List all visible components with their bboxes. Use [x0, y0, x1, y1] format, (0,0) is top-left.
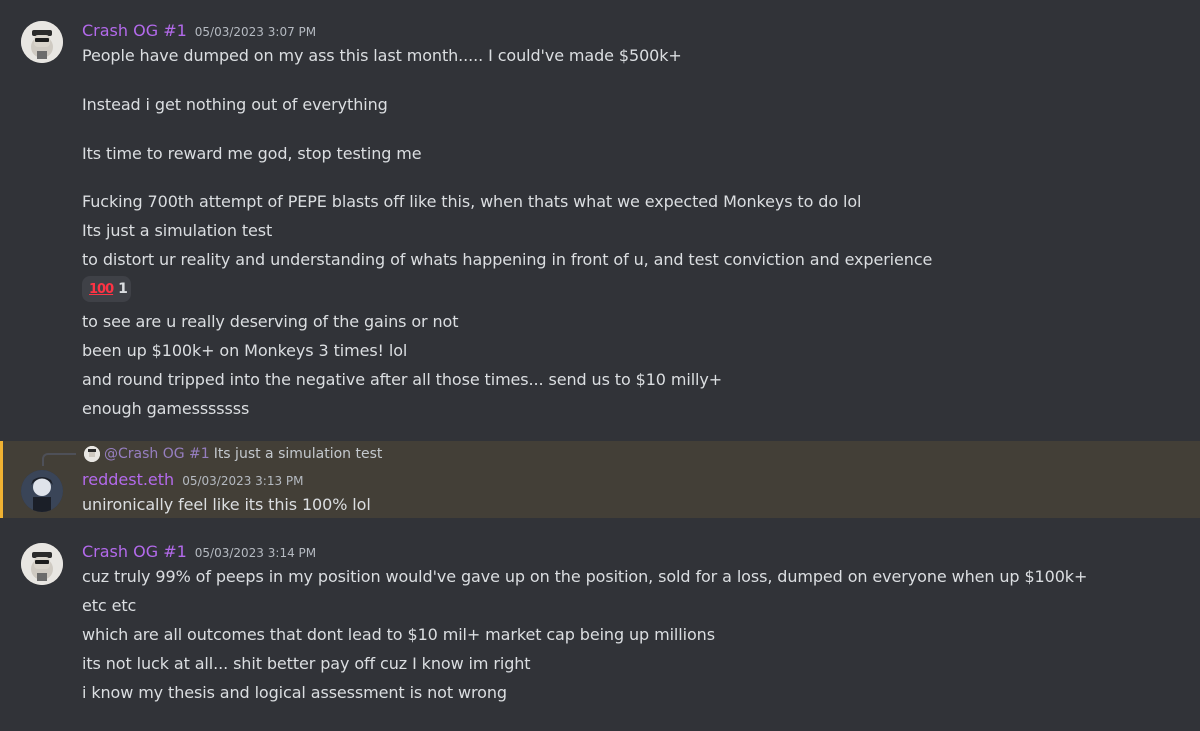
message-line: Fucking 700th attempt of PEPE blasts off…: [82, 192, 862, 211]
timestamp: 05/03/2023 3:13 PM: [182, 474, 304, 488]
message-line: to see are u really deserving of the gai…: [82, 312, 459, 331]
avatar-image: [21, 21, 63, 63]
username[interactable]: Crash OG #1: [82, 21, 187, 40]
message-line: i know my thesis and logical assessment …: [82, 683, 507, 702]
message-line: etc etc: [82, 596, 137, 615]
message-line: Its just a simulation test: [82, 221, 273, 240]
message-line: Its time to reward me god, stop testing …: [82, 144, 422, 163]
message-line: and round tripped into the negative afte…: [82, 370, 723, 389]
reply-reference[interactable]: @Crash OG #1 Its just a simulation test: [84, 444, 382, 464]
avatar-image: [21, 470, 63, 512]
username[interactable]: reddest.eth: [82, 470, 174, 489]
message-line: enough gamesssssss: [82, 399, 250, 418]
reply-connector: [42, 453, 76, 466]
timestamp: 05/03/2023 3:07 PM: [194, 25, 317, 39]
message-line: been up $100k+ on Monkeys 3 times! lol: [82, 341, 408, 360]
message-line: its not luck at all... shit better pay o…: [82, 654, 531, 673]
message-line: unironically feel like its this 100% lol: [82, 495, 371, 514]
chat-log: Crash OG #1 05/03/2023 3:07 PM People ha…: [0, 0, 1200, 731]
avatar-crash-og[interactable]: [21, 21, 63, 63]
hundred-points-icon: 100: [89, 281, 114, 297]
message-header: Crash OG #1 05/03/2023 3:07 PM: [82, 21, 316, 45]
timestamp: 05/03/2023 3:14 PM: [194, 546, 317, 560]
message-line: People have dumped on my ass this last m…: [82, 46, 682, 65]
avatar-image: [21, 543, 63, 585]
reply-avatar: [84, 446, 100, 462]
reply-mention[interactable]: @Crash OG #1: [104, 446, 210, 462]
message-line: Instead i get nothing out of everything: [82, 95, 388, 114]
reaction-count: 1: [118, 281, 128, 297]
avatar-crash-og[interactable]: [21, 543, 63, 585]
reaction-button[interactable]: 100 1: [82, 276, 131, 302]
message-line: to distort ur reality and understanding …: [82, 250, 933, 269]
avatar-reddest[interactable]: [21, 470, 63, 512]
reply-excerpt: Its just a simulation test: [213, 446, 383, 462]
message-line: which are all outcomes that dont lead to…: [82, 625, 715, 644]
message-header: reddest.eth 05/03/2023 3:13 PM: [82, 470, 304, 494]
username[interactable]: Crash OG #1: [82, 542, 187, 561]
message-header: Crash OG #1 05/03/2023 3:14 PM: [82, 542, 316, 566]
message-line: cuz truly 99% of peeps in my position wo…: [82, 567, 1088, 586]
